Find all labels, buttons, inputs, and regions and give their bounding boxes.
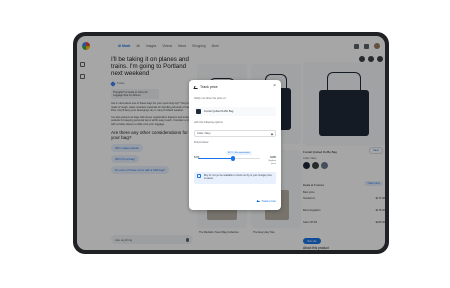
close-icon[interactable]: × bbox=[273, 84, 276, 89]
slider-fill bbox=[198, 158, 233, 160]
dialog-header: Track price bbox=[193, 85, 218, 89]
drops-below-label: Drops below bbox=[194, 141, 209, 144]
screen: AI Mode All Images Videos News Shopping … bbox=[77, 36, 385, 250]
tablet-frame: AI Mode All Images Videos News Shopping … bbox=[73, 32, 389, 254]
notify-label: Notify me when the price of bbox=[194, 97, 226, 100]
chevron-down-icon bbox=[270, 132, 274, 135]
info-box: Buy for not yet be available to check ou… bbox=[194, 172, 276, 184]
product-name: Foxtail Quilted Duffle Bag bbox=[204, 110, 234, 113]
color-select-value: Color: Navy bbox=[197, 132, 211, 135]
slider-thumb[interactable] bbox=[230, 156, 235, 161]
trending-icon bbox=[256, 200, 261, 202]
color-select[interactable]: Color: Navy bbox=[194, 130, 276, 137]
track-price-dialog: Track price × Notify me when the price o… bbox=[189, 80, 281, 210]
options-label: with the following options bbox=[194, 121, 223, 124]
recommended-price-badge: $172 - Recommended bbox=[226, 151, 252, 155]
tracked-product: Foxtail Quilted Duffle Bag bbox=[194, 107, 276, 116]
product-thumbnail bbox=[196, 109, 201, 114]
info-text: Buy for not yet be available to check ou… bbox=[204, 174, 272, 181]
price-max: $185 bbox=[270, 156, 276, 159]
track-price-button[interactable]: Track price bbox=[256, 199, 276, 203]
dialog-title: Track price bbox=[200, 85, 218, 89]
trending-icon bbox=[193, 85, 199, 89]
info-icon bbox=[197, 174, 201, 178]
price-max-caption: Highest price bbox=[268, 160, 276, 165]
price-slider[interactable] bbox=[198, 156, 260, 161]
track-price-label: Track price bbox=[261, 199, 276, 203]
